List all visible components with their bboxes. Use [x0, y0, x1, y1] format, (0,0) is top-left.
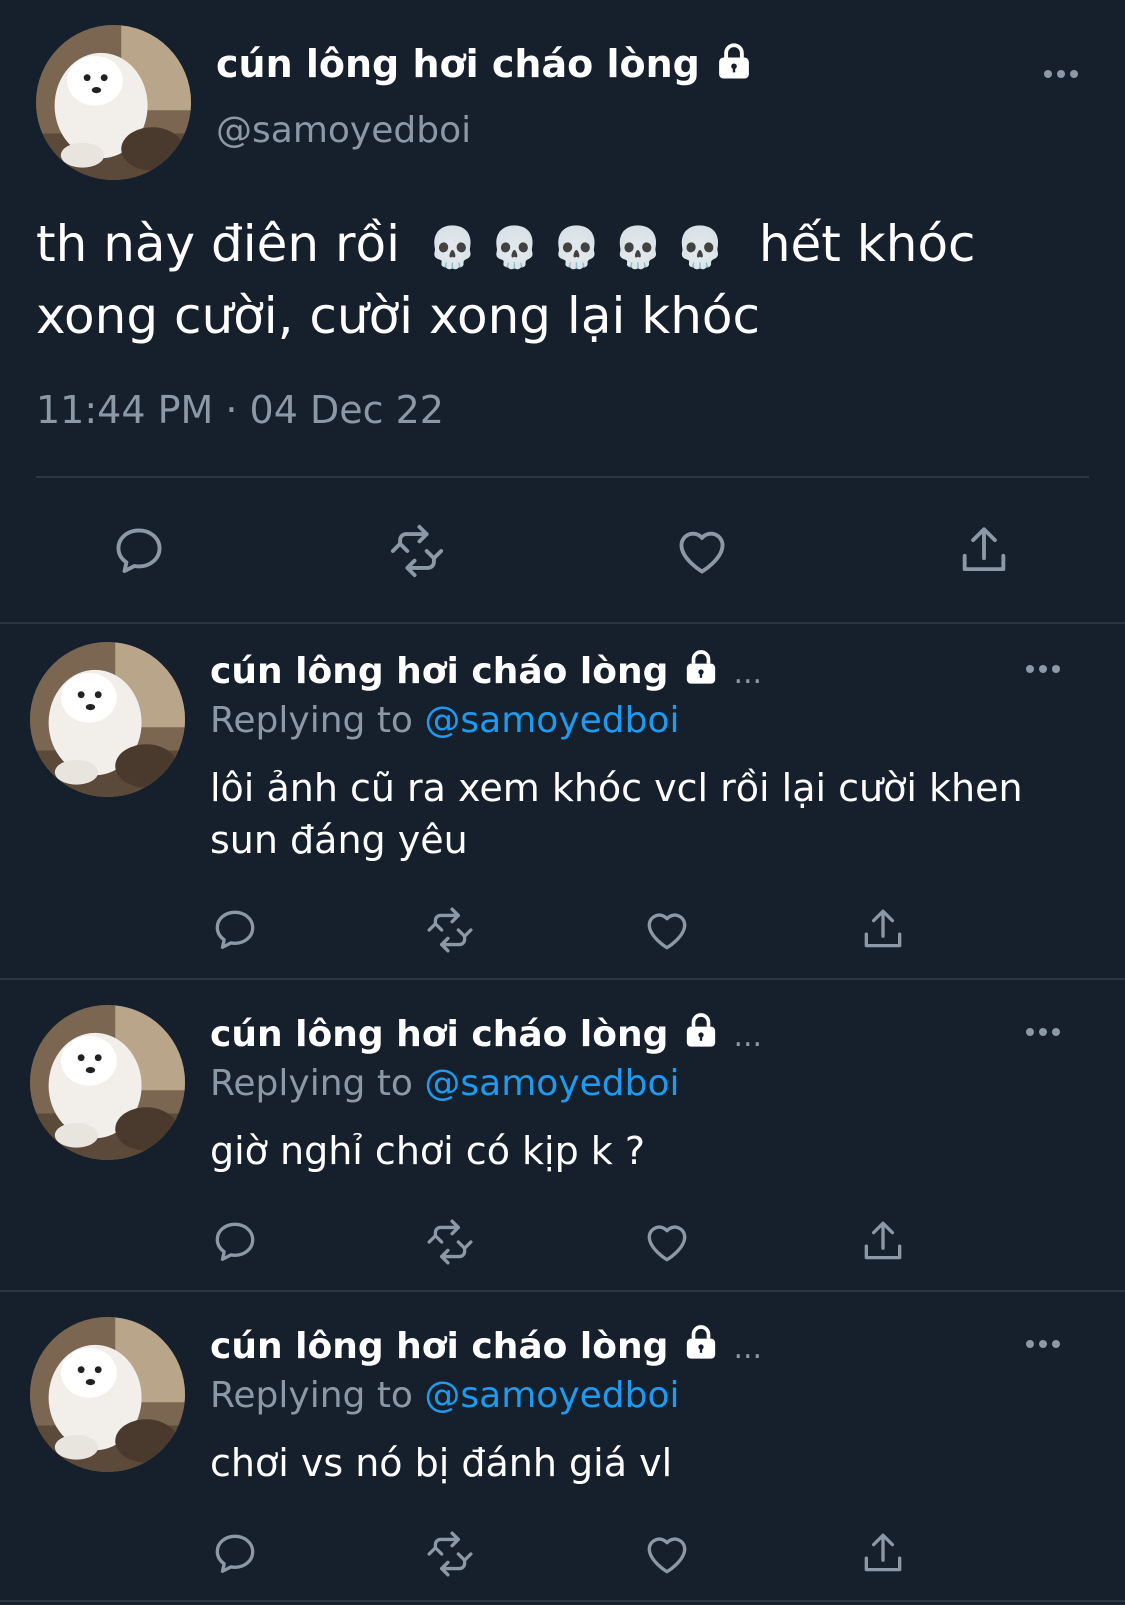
divider — [0, 1600, 1125, 1602]
reply-button[interactable] — [210, 1529, 260, 1579]
avatar[interactable] — [30, 642, 185, 797]
replying-handle-link[interactable]: @samoyedboi — [424, 1063, 679, 1104]
lock-icon — [681, 1010, 721, 1050]
reply-button[interactable] — [110, 522, 168, 580]
share-icon — [858, 905, 908, 955]
more-horizontal-icon[interactable] — [1044, 70, 1078, 78]
share-button[interactable] — [858, 1217, 908, 1267]
share-button[interactable] — [858, 905, 908, 955]
retweet-icon — [425, 905, 475, 955]
lock-icon — [681, 1322, 721, 1362]
replying-handle-link[interactable]: @samoyedboi — [424, 700, 679, 741]
display-name[interactable]: cún lông hơi cháo lòng — [210, 651, 668, 692]
divider — [36, 476, 1089, 478]
heart-icon — [673, 522, 731, 580]
share-button[interactable] — [955, 522, 1013, 580]
handle[interactable]: @samoyedboi — [216, 110, 471, 151]
reply-author-row[interactable]: cún lông hơi cháo lòng ... — [210, 651, 762, 692]
retweet-icon — [388, 522, 446, 580]
replying-handle-link[interactable]: @samoyedboi — [424, 1375, 679, 1416]
reply-author-row[interactable]: cún lông hơi cháo lòng ... — [210, 1014, 762, 1055]
share-icon — [858, 1529, 908, 1579]
share-icon — [858, 1217, 908, 1267]
heart-icon — [642, 1529, 692, 1579]
reply-icon — [110, 522, 168, 580]
retweet-button[interactable] — [425, 905, 475, 955]
reply-icon — [210, 1217, 260, 1267]
heart-icon — [642, 905, 692, 955]
avatar[interactable] — [30, 1005, 185, 1160]
ellipsis: ... — [733, 1331, 763, 1366]
lock-icon — [713, 40, 755, 82]
timestamp[interactable]: 11:44 PM · 04 Dec 22 — [36, 388, 444, 432]
reply-author-row[interactable]: cún lông hơi cháo lòng ... — [210, 1326, 762, 1367]
main-tweet-author-row[interactable]: cún lông hơi cháo lòng — [216, 42, 755, 86]
display-name[interactable]: cún lông hơi cháo lòng — [210, 1326, 668, 1367]
ellipsis: ... — [733, 656, 763, 691]
reply-text-line: sun đáng yêu — [210, 818, 468, 862]
retweet-icon — [425, 1217, 475, 1267]
avatar-image — [36, 25, 191, 180]
share-button[interactable] — [858, 1529, 908, 1579]
avatar-image — [30, 1317, 185, 1472]
retweet-button[interactable] — [425, 1529, 475, 1579]
display-name[interactable]: cún lông hơi cháo lòng — [210, 1014, 668, 1055]
ellipsis: ... — [733, 1019, 763, 1054]
like-button[interactable] — [673, 522, 731, 580]
retweet-button[interactable] — [388, 522, 446, 580]
avatar[interactable] — [30, 1317, 185, 1472]
reply-icon — [210, 1529, 260, 1579]
reply-button[interactable] — [210, 1217, 260, 1267]
retweet-button[interactable] — [425, 1217, 475, 1267]
reply-button[interactable] — [210, 905, 260, 955]
reply-text-line: giờ nghỉ chơi có kịp k ? — [210, 1129, 646, 1173]
skull-emoji: 💀💀💀💀💀 — [427, 225, 737, 271]
like-button[interactable] — [642, 1529, 692, 1579]
replying-to: Replying to @samoyedboi — [210, 1063, 680, 1104]
avatar-image — [30, 642, 185, 797]
divider — [0, 1290, 1125, 1292]
more-horizontal-icon[interactable] — [1026, 665, 1060, 673]
replying-to: Replying to @samoyedboi — [210, 1375, 680, 1416]
tweet-text-line-2: xong cười, cười xong lại khóc — [36, 287, 760, 345]
tweet-text-line-1: th này điên rồi 💀💀💀💀💀 hết khóc — [36, 215, 976, 273]
more-horizontal-icon[interactable] — [1026, 1340, 1060, 1348]
avatar[interactable] — [36, 25, 191, 180]
divider — [0, 622, 1125, 624]
display-name[interactable]: cún lông hơi cháo lòng — [216, 42, 700, 86]
reply-text-line: lôi ảnh cũ ra xem khóc vcl rồi lại cười … — [210, 766, 1023, 810]
retweet-icon — [425, 1529, 475, 1579]
reply-text-line: chơi vs nó bị đánh giá vl — [210, 1441, 673, 1485]
like-button[interactable] — [642, 905, 692, 955]
like-button[interactable] — [642, 1217, 692, 1267]
avatar-image — [30, 1005, 185, 1160]
reply-icon — [210, 905, 260, 955]
heart-icon — [642, 1217, 692, 1267]
divider — [0, 978, 1125, 980]
more-horizontal-icon[interactable] — [1026, 1028, 1060, 1036]
share-icon — [955, 522, 1013, 580]
replying-to: Replying to @samoyedboi — [210, 700, 680, 741]
lock-icon — [681, 647, 721, 687]
